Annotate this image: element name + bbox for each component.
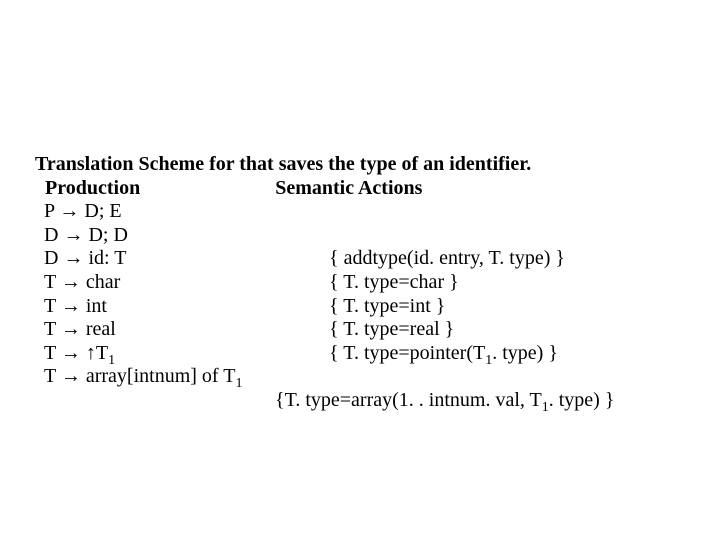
semantic-action: { addtype(id. entry, T. type) } bbox=[329, 247, 565, 271]
semantic-action: { T. type=char } bbox=[329, 271, 459, 295]
rule-row: D → D; D bbox=[44, 224, 700, 248]
action-post: . type) } bbox=[549, 389, 615, 411]
production: T → char bbox=[44, 271, 329, 295]
production: D → id: T bbox=[44, 247, 329, 271]
rule-row: T → char { T. type=char } bbox=[44, 271, 700, 295]
title-line: Translation Scheme for that saves the ty… bbox=[35, 153, 700, 177]
production: T → int bbox=[44, 295, 329, 319]
prod-text: T → array[intnum] of T bbox=[44, 365, 235, 387]
rule-row: D → id: T { addtype(id. entry, T. type) … bbox=[44, 247, 700, 271]
rule-row: T → int { T. type=int } bbox=[44, 295, 700, 319]
column-headers: Production Semantic Actions bbox=[35, 177, 700, 201]
title-part2: that saves the type of an identifier. bbox=[239, 153, 531, 175]
header-production: Production bbox=[45, 177, 140, 199]
semantic-action: { T. type=int } bbox=[329, 295, 445, 319]
prod-text: T → ↑T bbox=[44, 342, 108, 364]
title-part1: Translation Scheme for bbox=[35, 153, 239, 175]
production: P → D; E bbox=[44, 200, 329, 224]
production: T → real bbox=[44, 318, 329, 342]
semantic-action-array: {T. type=array(1. . intnum. val, T1. typ… bbox=[275, 389, 700, 413]
rule-row: T → real { T. type=real } bbox=[44, 318, 700, 342]
production: D → D; D bbox=[44, 224, 329, 248]
action-pre: {T. type=array(1. . intnum. val, T bbox=[275, 389, 542, 411]
header-actions: Semantic Actions bbox=[275, 177, 422, 199]
action-pre: { T. type=pointer(T bbox=[329, 342, 485, 364]
subscript: 1 bbox=[235, 376, 242, 391]
semantic-action: { T. type=real } bbox=[329, 318, 454, 342]
production: T → array[intnum] of T1 bbox=[44, 365, 329, 389]
rule-row-array: T → array[intnum] of T1 bbox=[44, 365, 700, 389]
rule-row-pointer: T → ↑T1 { T. type=pointer(T1. type) } bbox=[44, 342, 700, 366]
action-post: . type) } bbox=[492, 342, 558, 364]
subscript: 1 bbox=[542, 400, 549, 415]
rule-row: P → D; E bbox=[44, 200, 700, 224]
scheme-content: Translation Scheme for that saves the ty… bbox=[35, 153, 700, 413]
production: T → ↑T1 bbox=[44, 342, 329, 366]
semantic-action: { T. type=pointer(T1. type) } bbox=[329, 342, 558, 366]
